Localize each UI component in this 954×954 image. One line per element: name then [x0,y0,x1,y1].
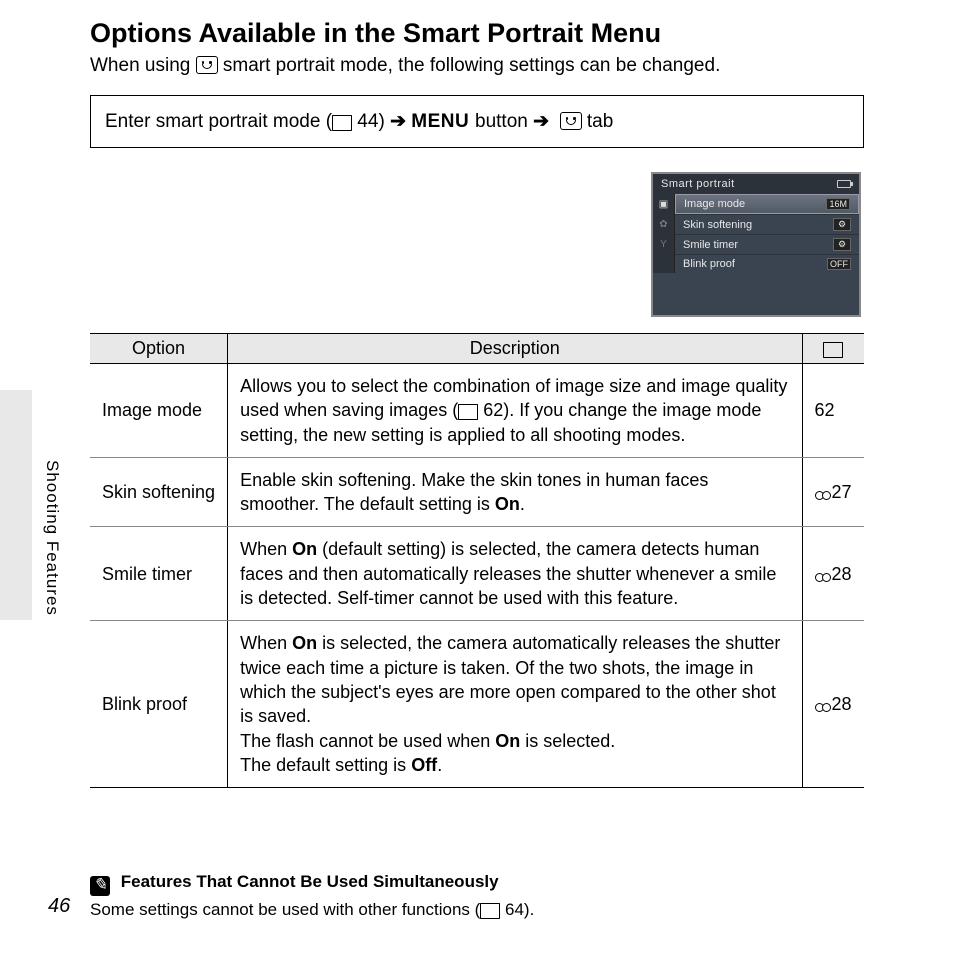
reference-cell: 27 [802,457,864,527]
option-name-cell: Skin softening [90,457,228,527]
navigation-path-box: Enter smart portrait mode ( 44) ➔ MENU b… [90,95,864,148]
description-cell: When On is selected, the camera automati… [228,621,802,788]
note-icon: ✎ [90,876,110,896]
screenshot-menu-row: ▣Image mode16M [653,194,859,214]
screenshot-menu-item: Smile timer⚙ [675,234,859,254]
book-icon [332,115,352,129]
header-option: Option [90,334,228,364]
page-title: Options Available in the Smart Portrait … [90,18,864,49]
reference-cell: 28 [802,621,864,788]
header-reference [802,334,864,364]
description-cell: Enable skin softening. Make the skin ton… [228,457,802,527]
screenshot-side-tab: ✿ [653,214,675,234]
screenshot-side-tab [653,254,675,273]
table-row: Skin softeningEnable skin softening. Mak… [90,457,864,527]
table-row: Smile timerWhen On (default setting) is … [90,527,864,621]
table-row: Image modeAllows you to select the combi… [90,364,864,458]
screenshot-title-bar: Smart portrait [653,174,859,194]
description-cell: When On (default setting) is selected, t… [228,527,802,621]
note-body: Some settings cannot be used with other … [90,900,864,920]
note-section: ✎ Features That Cannot Be Used Simultane… [90,872,864,920]
option-name-cell: Smile timer [90,527,228,621]
camera-menu-screenshot: Smart portrait ▣Image mode16M✿Skin softe… [651,172,861,317]
option-name-cell: Blink proof [90,621,228,788]
screenshot-menu-row: Blink proofOFF [653,254,859,273]
table-header-row: Option Description [90,334,864,364]
screenshot-menu-item: Blink proofOFF [675,254,859,273]
description-cell: Allows you to select the combination of … [228,364,802,458]
screenshot-menu-item: Image mode16M [675,194,859,214]
note-header: ✎ Features That Cannot Be Used Simultane… [90,872,864,896]
battery-icon [837,180,851,188]
smart-portrait-icon [560,112,582,130]
reference-cell: 62 [802,364,864,458]
arrow-right-icon: ➔ [533,111,549,132]
smart-portrait-icon [196,56,218,74]
table-row: Blink proofWhen On is selected, the came… [90,621,864,788]
manual-page: Options Available in the Smart Portrait … [0,0,954,940]
book-icon [823,342,843,356]
page-number: 46 [48,895,70,918]
header-description: Description [228,334,802,364]
screenshot-menu-row: YSmile timer⚙ [653,234,859,254]
options-table: Option Description Image modeAllows you … [90,333,864,788]
screenshot-menu-item: Skin softening⚙ [675,214,859,234]
menu-button-label: MENU [411,111,475,132]
screenshot-side-tab: ▣ [653,194,675,214]
book-icon [480,903,500,917]
screenshot-side-tab: Y [653,234,675,254]
screenshot-menu-row: ✿Skin softening⚙ [653,214,859,234]
reference-cell: 28 [802,527,864,621]
arrow-right-icon: ➔ [390,111,406,132]
option-name-cell: Image mode [90,364,228,458]
intro-text: When using smart portrait mode, the foll… [90,55,864,77]
